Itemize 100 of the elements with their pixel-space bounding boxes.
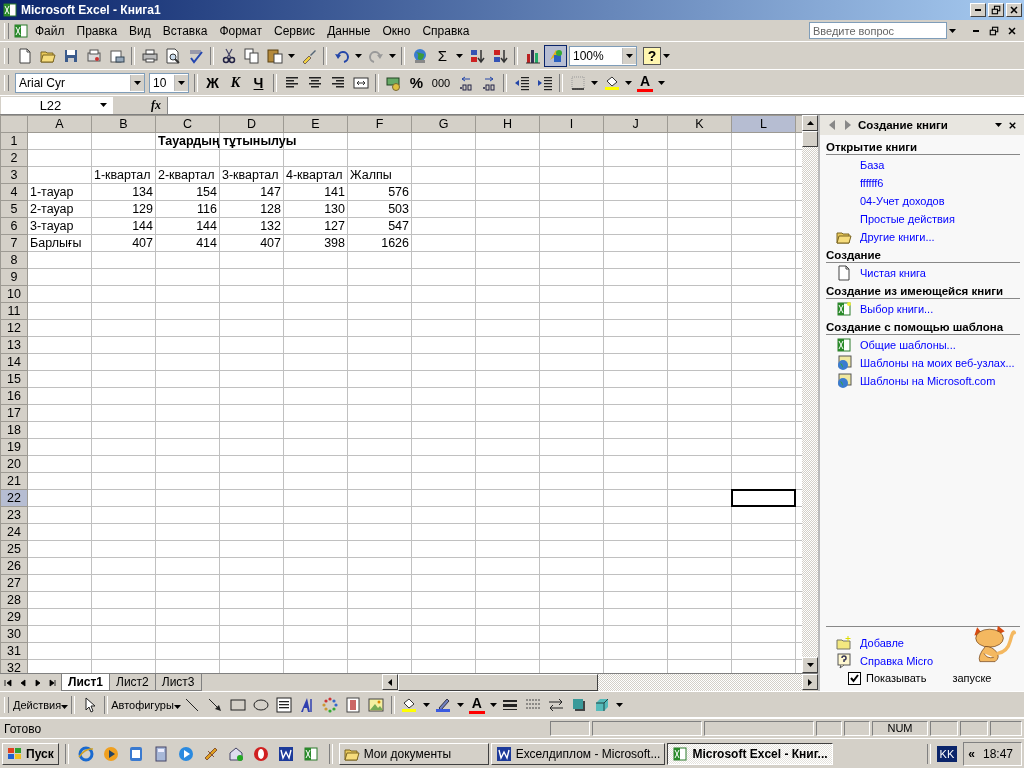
table-cell: 398: [324, 236, 345, 250]
table-cell: Жалпы: [350, 168, 392, 182]
table-cell: 132: [260, 219, 281, 233]
table-cell: 134: [132, 185, 153, 199]
menu-item[interactable]: Окно: [376, 21, 417, 40]
status-indicator: NUM: [872, 721, 928, 736]
taskbar-button[interactable]: Ехселдиплом - Microsoft...: [490, 742, 666, 765]
table-cell: 144: [132, 219, 153, 233]
task-pane-link[interactable]: Шаблоны на Microsoft.com: [860, 374, 996, 387]
autosum-button[interactable]: Σ: [431, 44, 454, 67]
table-cell: 1626: [381, 236, 409, 250]
table-cell: 4-квартал: [286, 168, 343, 182]
column-header[interactable]: B: [91, 115, 156, 133]
table-cell: 130: [324, 202, 345, 216]
task-pane-link[interactable]: Простые действия: [860, 212, 955, 225]
task-pane-link[interactable]: 04-Учет доходов: [860, 194, 945, 207]
column-header[interactable]: L: [731, 115, 796, 133]
table-cell: 2-тауар: [30, 202, 74, 216]
font-color-button[interactable]: A: [468, 695, 485, 714]
table-cell: 414: [196, 236, 217, 250]
table-cell: 144: [196, 219, 217, 233]
menu-item[interactable]: Формат: [213, 21, 269, 40]
column-header[interactable]: A: [27, 115, 92, 133]
menu-item[interactable]: Справка: [416, 21, 476, 40]
table-cell: 3-квартал: [222, 168, 279, 182]
checkbox-label: Показывать: [866, 672, 927, 684]
font-size-field[interactable]: 10: [149, 72, 189, 93]
column-header[interactable]: C: [155, 115, 220, 133]
thousands-button[interactable]: 000: [428, 71, 454, 94]
table-cell: 1-квартал: [94, 168, 151, 182]
table-cell: 129: [132, 202, 153, 216]
task-pane-link[interactable]: База: [860, 158, 885, 171]
sheet-tab[interactable]: Лист2: [109, 674, 156, 691]
checkbox-label: запуске: [952, 672, 992, 684]
column-header[interactable]: D: [219, 115, 284, 133]
table-cell: 147: [260, 185, 281, 199]
column-header[interactable]: H: [475, 115, 540, 133]
table-cell: 407: [132, 236, 153, 250]
task-pane-link[interactable]: Чистая книга: [860, 266, 926, 279]
menu-item[interactable]: Вставка: [156, 21, 214, 40]
table-cell: 128: [260, 202, 281, 216]
actions-menu-button[interactable]: Действия: [13, 698, 69, 711]
task-pane-link[interactable]: Добавле: [860, 636, 904, 649]
window-title: Microsoft Excel - Книга1: [21, 3, 161, 17]
task-pane-link[interactable]: Общие шаблоны...: [860, 338, 956, 351]
help-button[interactable]: ?: [643, 46, 661, 65]
task-pane-link[interactable]: Шаблоны на моих веб-узлах...: [860, 356, 1015, 369]
column-header[interactable]: E: [283, 115, 348, 133]
clock: 18:47: [982, 746, 1013, 761]
autoshapes-menu-button[interactable]: Автофигуры: [111, 698, 181, 711]
name-box[interactable]: L22: [1, 96, 113, 114]
task-pane-title: Создание книги: [858, 119, 948, 131]
column-header[interactable]: G: [411, 115, 476, 133]
font-color-button[interactable]: A: [637, 73, 653, 92]
menu-item[interactable]: Сервис: [268, 21, 322, 40]
menu-item[interactable]: Правка: [70, 21, 124, 40]
section-heading: Создание из имеющейся книги: [826, 285, 1020, 299]
column-header[interactable]: J: [603, 115, 668, 133]
task-pane-link[interactable]: Выбор книги...: [860, 302, 934, 315]
table-cell: 141: [324, 185, 345, 199]
task-pane-link[interactable]: Справка Micro: [860, 654, 934, 667]
language-indicator[interactable]: KK: [936, 745, 958, 762]
column-header[interactable]: K: [667, 115, 732, 133]
section-heading: Открытие книги: [826, 141, 1020, 155]
sheet-tab[interactable]: Лист3: [154, 674, 202, 691]
italic-button[interactable]: К: [224, 71, 247, 94]
table-title: Тауардың тұтынылуы: [158, 134, 297, 148]
font-field[interactable]: Arial Cyr: [15, 72, 145, 93]
menu-item[interactable]: Данные: [321, 21, 377, 40]
tray-expand-button[interactable]: «: [968, 746, 975, 761]
column-header[interactable]: F: [347, 115, 412, 133]
zoom-field[interactable]: 100%: [569, 45, 637, 66]
bold-button[interactable]: Ж: [201, 71, 224, 94]
underline-button[interactable]: Ч: [247, 71, 270, 94]
table-cell: Барлығы: [30, 236, 82, 250]
taskbar-button[interactable]: Мои документы: [338, 742, 489, 765]
taskbar-button[interactable]: Microsoft Excel - Книг...: [667, 742, 833, 765]
task-pane-link[interactable]: Другие книги...: [860, 230, 935, 243]
section-heading: Создание: [826, 249, 1020, 263]
table-cell: 127: [324, 219, 345, 233]
table-cell: 407: [260, 236, 281, 250]
table-cell: 1-тауар: [30, 185, 74, 199]
start-button[interactable]: Пуск: [2, 742, 59, 765]
section-heading: Создание с помощью шаблона: [826, 321, 1020, 335]
table-cell: 576: [388, 185, 409, 199]
table-cell: 154: [196, 185, 217, 199]
insert-function-button[interactable]: fx: [113, 96, 167, 114]
table-cell: 547: [388, 219, 409, 233]
percent-button[interactable]: %: [405, 71, 428, 94]
menu-item[interactable]: Вид: [123, 21, 157, 40]
menu-item[interactable]: Файл: [29, 21, 71, 40]
table-cell: 503: [388, 202, 409, 216]
table-cell: 2-квартал: [158, 168, 215, 182]
status-text: Готово: [3, 721, 42, 736]
sheet-tab[interactable]: Лист1: [61, 674, 111, 691]
column-header[interactable]: I: [539, 115, 604, 133]
task-pane-link[interactable]: ffffff6: [860, 176, 884, 189]
table-cell: 116: [197, 202, 217, 216]
table-cell: 3-тауар: [30, 219, 74, 233]
help-search-field[interactable]: Введите вопрос: [809, 22, 947, 39]
